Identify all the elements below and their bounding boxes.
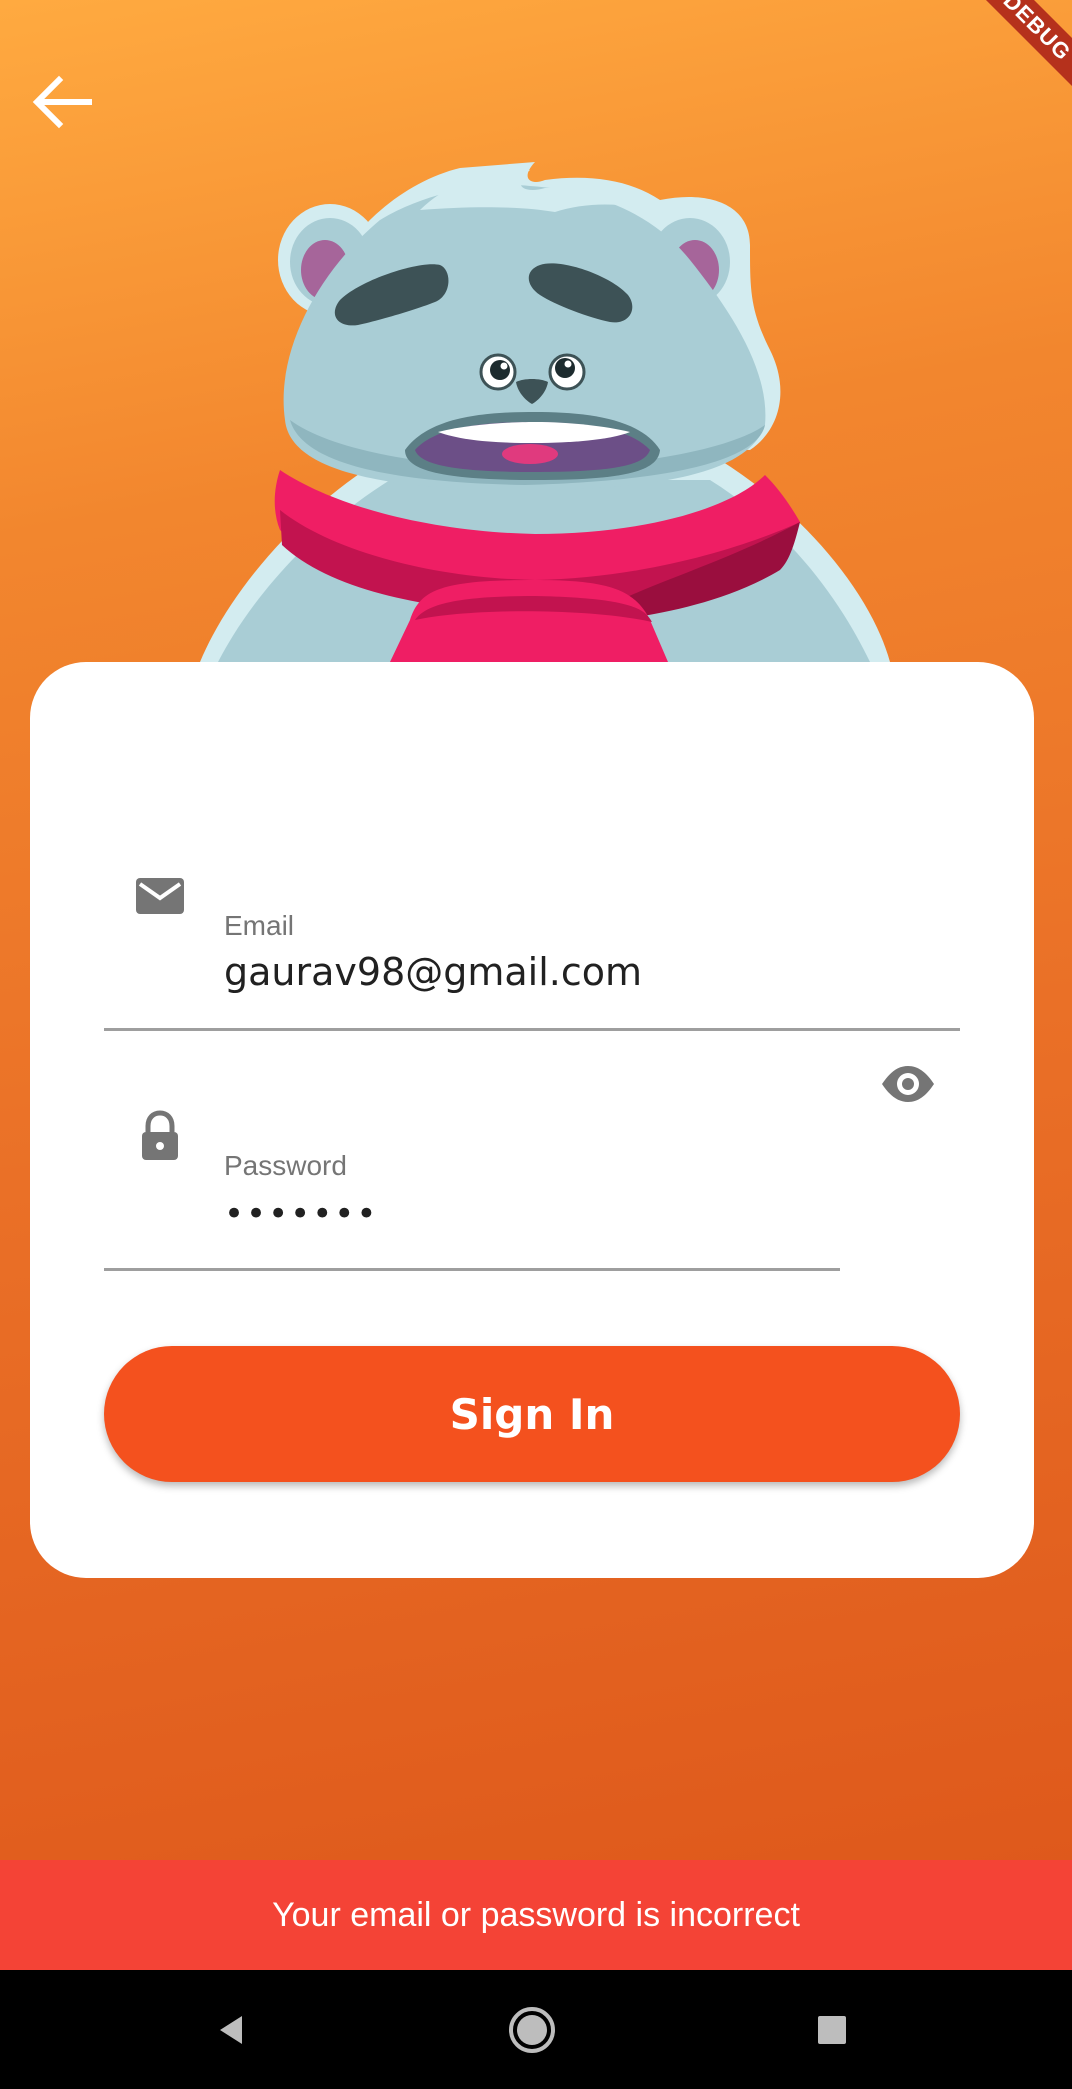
circle-home-icon xyxy=(509,2007,555,2053)
sign-in-button[interactable]: Sign In xyxy=(104,1346,960,1482)
email-field[interactable]: Email xyxy=(104,782,960,1031)
error-snackbar: Your email or password is incorrect xyxy=(0,1860,1072,1970)
login-screen: DEBUG Email gaurav98@gmail.com Password … xyxy=(0,0,1072,1970)
debug-banner: DEBUG xyxy=(952,0,1072,120)
triangle-back-icon xyxy=(220,2016,242,2044)
email-input[interactable] xyxy=(224,950,844,994)
arrow-back-icon xyxy=(32,75,92,129)
password-label: Password xyxy=(224,1150,347,1181)
bear-mascot-illustration xyxy=(200,162,890,662)
nav-recents-button[interactable] xyxy=(792,1990,872,2070)
back-button[interactable] xyxy=(22,62,102,142)
mail-icon xyxy=(136,878,184,914)
password-input[interactable]: ••••••• xyxy=(224,1194,844,1234)
login-card: Email Password ••••••• Sign In xyxy=(30,662,1034,1578)
lock-icon xyxy=(142,1110,178,1160)
password-underline xyxy=(104,1268,840,1271)
error-message: Your email or password is incorrect xyxy=(272,1895,800,1934)
nav-back-button[interactable] xyxy=(192,1990,272,2070)
eye-icon xyxy=(882,1066,934,1102)
nav-home-button[interactable] xyxy=(492,1990,572,2070)
email-label: Email xyxy=(224,910,295,941)
toggle-password-visibility-button[interactable] xyxy=(868,1044,948,1124)
debug-banner-label: DEBUG xyxy=(964,0,1072,100)
password-field[interactable]: Password ••••••• xyxy=(104,1022,960,1271)
square-recents-icon xyxy=(818,2016,846,2044)
system-navigation-bar xyxy=(0,1970,1072,2089)
